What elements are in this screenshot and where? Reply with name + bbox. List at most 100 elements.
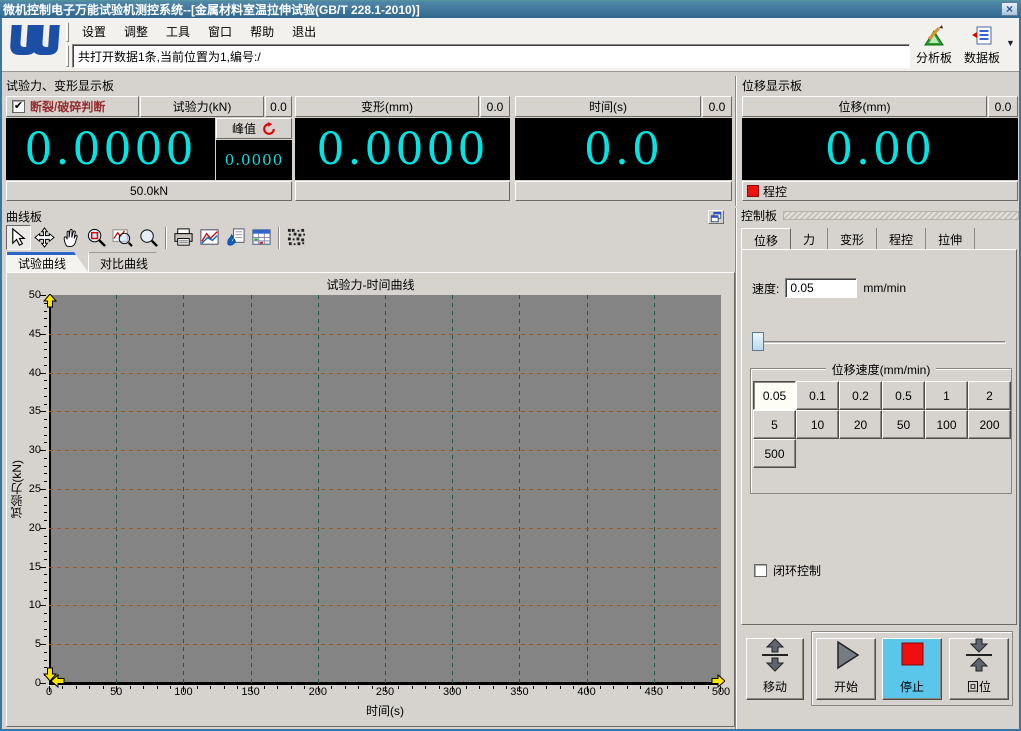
closed-loop-check-box[interactable] (754, 564, 767, 577)
control-tab-程控[interactable]: 程控 (877, 228, 927, 250)
stop-button[interactable]: 停止 (882, 638, 942, 700)
x-tick-label: 100 (174, 686, 193, 698)
return-button[interactable]: 回位 (949, 638, 1009, 700)
y-minor-tick (44, 473, 47, 475)
y-minor-tick (44, 457, 47, 459)
mode-label: 程控 (763, 184, 788, 199)
curve-tab-对比曲线[interactable]: 对比曲线 (88, 252, 170, 272)
x-tick-label: 300 (443, 686, 462, 698)
deform-bottom-bar (295, 181, 510, 201)
pan-hand-icon[interactable] (58, 225, 83, 250)
curve-edit-icon[interactable] (223, 225, 248, 250)
control-tab-拉伸[interactable]: 拉伸 (926, 228, 976, 250)
speed-preset-0.5[interactable]: 0.5 (882, 381, 925, 410)
speed-preset-200[interactable]: 200 (968, 410, 1011, 439)
y-minor-tick (44, 520, 47, 522)
speed-preset-500[interactable]: 500 (753, 439, 796, 468)
data-table-icon[interactable] (249, 225, 274, 250)
x-tick-label: 200 (308, 686, 327, 698)
move-button[interactable]: 移动 (746, 638, 804, 700)
y-minor-tick (44, 558, 47, 560)
curve-tab-试验曲线[interactable]: 试验曲线 (6, 252, 88, 272)
y-minor-tick (44, 341, 47, 343)
speed-preset-0.1[interactable]: 0.1 (796, 381, 839, 410)
zoom-curve-icon[interactable] (110, 225, 135, 250)
peak-reset-icon[interactable] (262, 121, 276, 136)
speed-preset-5[interactable]: 5 (753, 410, 796, 439)
curve-style-icon[interactable] (197, 225, 222, 250)
closed-loop-checkbox[interactable]: 闭环控制 (754, 562, 821, 579)
y-minor-tick (44, 574, 47, 576)
plot-region[interactable] (40, 293, 726, 692)
close-button[interactable]: × (1001, 2, 1018, 16)
brand-logo-icon (6, 21, 62, 67)
data-panel-button[interactable]: 数据板 (958, 24, 1006, 68)
toolbar-dropdown-arrow[interactable]: ▼ (1006, 38, 1015, 48)
h-gridline (49, 527, 721, 529)
speed-preset-1[interactable]: 1 (925, 381, 968, 410)
chart-title: 试验力-时间曲线 (326, 278, 415, 292)
curve-panel-title: 曲线板 (6, 210, 43, 224)
mode-indicator: 程控 (742, 181, 1018, 201)
h-gridline (49, 489, 721, 490)
y-minor-tick (44, 582, 47, 584)
h-gridline (49, 372, 721, 374)
control-tab-位移[interactable]: 位移 (741, 228, 792, 250)
menu-item-调整[interactable]: 调整 (116, 21, 156, 42)
y-minor-tick (44, 620, 47, 622)
axis-arrow-up (42, 293, 58, 311)
y-minor-tick (44, 419, 47, 421)
menu-item-退出[interactable]: 退出 (284, 21, 324, 42)
speed-preset-0.05[interactable]: 0.05 (753, 381, 796, 410)
speed-input[interactable] (785, 278, 858, 298)
menu-item-工具[interactable]: 工具 (158, 21, 198, 42)
zoom-box-icon[interactable] (84, 225, 109, 250)
speed-preset-20[interactable]: 20 (839, 410, 882, 439)
curve-tab-strip: 试验曲线 对比曲线 (6, 252, 170, 272)
status-text: 共打开数据1条,当前位置为1,编号:/ (78, 49, 261, 64)
analysis-icon (924, 25, 944, 46)
menu-item-设置[interactable]: 设置 (74, 21, 114, 42)
y-minor-tick (44, 349, 47, 351)
y-minor-tick (44, 659, 47, 661)
menu-item-窗口[interactable]: 窗口 (200, 21, 240, 42)
x-tick-label: 350 (510, 686, 529, 698)
data-panel-label: 数据板 (963, 51, 1000, 65)
h-gridline (49, 644, 721, 646)
break-judge-check-glyph[interactable]: ✔ (12, 100, 25, 113)
y-tick (40, 372, 46, 374)
y-minor-tick (44, 589, 47, 591)
speed-preset-50[interactable]: 50 (882, 410, 925, 439)
speed-preset-0.2[interactable]: 0.2 (839, 381, 882, 410)
toolbar-separator (278, 226, 280, 249)
float-panel-button[interactable] (708, 210, 724, 224)
x-tick-label: 400 (577, 686, 596, 698)
control-tab-力[interactable]: 力 (791, 228, 829, 250)
slider-thumb[interactable] (752, 332, 764, 351)
speed-preset-2[interactable]: 2 (968, 381, 1011, 410)
slider-track[interactable] (752, 341, 1006, 344)
magnifier-icon[interactable] (136, 225, 161, 250)
time-bottom-bar (515, 181, 732, 201)
break-judge-checkbox[interactable]: ✔ 断裂/破碎判断 (6, 96, 139, 117)
speed-slider[interactable] (752, 332, 1006, 352)
y-minor-tick (44, 380, 47, 382)
control-tab-变形[interactable]: 变形 (828, 228, 878, 250)
move-icon[interactable] (32, 225, 57, 250)
cursor-icon[interactable] (6, 225, 31, 250)
speed-preset-10[interactable]: 10 (796, 410, 839, 439)
peak-header: 峰值 (216, 118, 292, 139)
x-tick-label: 50 (110, 686, 123, 698)
app-window: 微机控制电子万能试验机测控系统--[金属材料室温拉伸试验(GB/T 228.1-… (0, 0, 1021, 731)
print-icon[interactable] (171, 225, 196, 250)
x-tick-label: 150 (241, 686, 260, 698)
start-button[interactable]: 开始 (816, 638, 876, 700)
y-minor-tick (44, 613, 47, 615)
analysis-panel-button[interactable]: 分析板 (910, 24, 958, 68)
force-range: 50.0kN (6, 181, 292, 201)
y-minor-tick (44, 426, 47, 428)
control-panel-title: 控制板 (741, 208, 778, 223)
matrix-icon[interactable] (284, 225, 309, 250)
menu-item-帮助[interactable]: 帮助 (242, 21, 282, 42)
speed-preset-100[interactable]: 100 (925, 410, 968, 439)
